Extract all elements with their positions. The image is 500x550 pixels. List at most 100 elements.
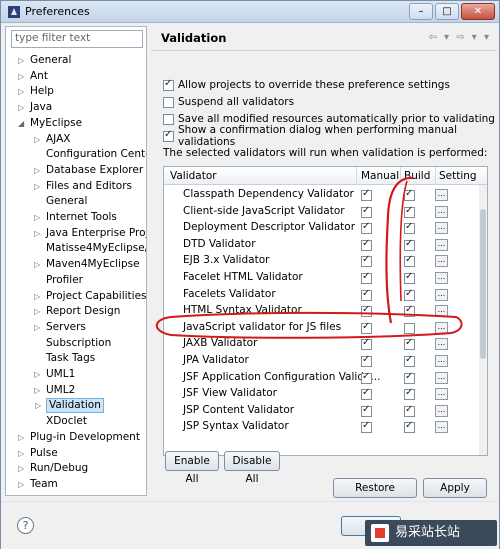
build-checkbox[interactable] [404, 337, 415, 351]
tree-item[interactable]: ▷ Java [18, 100, 52, 115]
tree-item[interactable]: ▷ UML2 [34, 383, 75, 398]
manual-checkbox[interactable] [361, 221, 372, 235]
build-checkbox[interactable] [404, 271, 415, 284]
manual-checkbox[interactable] [361, 337, 372, 351]
tree-item[interactable]: ▷ Report Design [34, 304, 120, 319]
manual-checkbox[interactable] [361, 420, 372, 434]
settings-button[interactable]: ... [435, 288, 448, 301]
column-settings[interactable]: Setting [439, 170, 477, 182]
tree-item[interactable]: Configuration Center [46, 147, 146, 162]
table-row[interactable]: JAXB Validator... [164, 336, 487, 353]
table-row[interactable]: JavaScript validator for JS files... [164, 320, 487, 337]
settings-button[interactable]: ... [435, 255, 448, 268]
settings-button[interactable]: ... [435, 238, 448, 251]
option-checkbox[interactable] [163, 96, 174, 108]
tree-item[interactable]: ▷ Help [18, 84, 54, 99]
manual-checkbox[interactable] [361, 304, 372, 318]
build-checkbox[interactable] [404, 238, 415, 251]
manual-checkbox[interactable] [361, 321, 372, 334]
collapsed-arrow-icon[interactable]: ▷ [34, 179, 44, 194]
settings-button[interactable]: ... [435, 272, 448, 284]
collapsed-arrow-icon[interactable]: ▷ [18, 100, 28, 115]
tree-item[interactable]: ▷ Run/Debug [18, 461, 88, 476]
tree-item[interactable]: ▷ Database Explorer [34, 163, 143, 178]
collapsed-arrow-icon[interactable]: ▷ [34, 163, 44, 178]
table-row[interactable]: EJB 3.x Validator... [164, 253, 487, 270]
collapsed-arrow-icon[interactable]: ▷ [34, 304, 44, 319]
manual-checkbox[interactable] [361, 354, 372, 367]
collapsed-arrow-icon[interactable]: ▷ [18, 461, 28, 476]
option-checkbox[interactable] [163, 113, 174, 125]
scroll-thumb[interactable] [480, 209, 486, 359]
build-checkbox[interactable] [404, 205, 415, 218]
settings-button[interactable]: ... [435, 189, 448, 201]
settings-button[interactable]: ... [435, 205, 448, 218]
build-checkbox[interactable] [404, 254, 415, 268]
collapsed-arrow-icon[interactable]: ▷ [35, 399, 45, 412]
manual-checkbox[interactable] [361, 205, 372, 218]
table-row[interactable]: JSF Application Configuration Valida....… [164, 370, 487, 387]
build-checkbox[interactable] [404, 387, 415, 401]
settings-button[interactable]: ... [435, 404, 448, 417]
settings-button[interactable]: ... [435, 222, 448, 235]
collapsed-arrow-icon[interactable]: ▷ [18, 69, 28, 84]
collapsed-arrow-icon[interactable]: ▷ [18, 84, 28, 99]
collapsed-arrow-icon[interactable]: ▷ [34, 367, 44, 382]
manual-checkbox[interactable] [361, 404, 372, 417]
tree-item[interactable]: ▷ Ant [18, 69, 48, 84]
tree-item[interactable]: Subscription [46, 336, 111, 351]
manual-checkbox[interactable] [361, 371, 372, 384]
tree-item[interactable]: General [46, 194, 87, 209]
option-checkbox-row[interactable]: Show a confirmation dialog when performi… [163, 124, 497, 148]
collapsed-arrow-icon[interactable]: ▷ [34, 226, 44, 241]
expanded-arrow-icon[interactable]: ◢ [18, 116, 28, 131]
history-nav-icons[interactable]: ⇦ ▾ ⇨ ▾ ▾ [428, 32, 491, 43]
settings-button[interactable]: ... [435, 371, 448, 384]
tree-item[interactable]: XDoclet [46, 414, 87, 429]
maximize-button[interactable]: □ [435, 3, 459, 20]
table-scrollbar[interactable] [479, 185, 487, 455]
table-row[interactable]: HTML Syntax Validator... [164, 303, 487, 320]
disable-all-button[interactable]: Disable All [224, 451, 280, 485]
build-checkbox[interactable] [404, 288, 415, 301]
table-row[interactable]: Classpath Dependency Validator... [164, 187, 487, 204]
option-checkbox-row[interactable]: Allow projects to override these prefere… [163, 77, 450, 93]
table-row[interactable]: Facelet HTML Validator... [164, 270, 487, 287]
collapsed-arrow-icon[interactable]: ▷ [34, 320, 44, 335]
tree-item[interactable]: ▷ Validation [35, 398, 104, 414]
build-checkbox[interactable] [404, 322, 415, 334]
table-row[interactable]: Facelets Validator... [164, 287, 487, 304]
table-row[interactable]: JSF View Validator... [164, 386, 487, 403]
tree-item[interactable]: Matisse4MyEclipse/S [46, 241, 146, 256]
collapsed-arrow-icon[interactable]: ▷ [34, 210, 44, 225]
table-row[interactable]: Client-side JavaScript Validator... [164, 204, 487, 221]
enable-all-button[interactable]: Enable All [165, 451, 219, 485]
manual-checkbox[interactable] [361, 254, 372, 268]
build-checkbox[interactable] [404, 354, 415, 367]
tree-item[interactable]: ▷ Servers [34, 320, 86, 335]
manual-checkbox[interactable] [361, 288, 372, 301]
build-checkbox[interactable] [404, 420, 415, 434]
close-button[interactable]: ✕ [461, 3, 495, 20]
manual-checkbox[interactable] [361, 387, 372, 401]
tree-item[interactable]: ▷ Team [18, 477, 58, 492]
table-row[interactable]: JSP Content Validator... [164, 403, 487, 420]
tree-item[interactable]: ▷ UML1 [34, 367, 75, 382]
tree-item[interactable]: ▷ Plug-in Development [18, 430, 140, 445]
apply-button[interactable]: Apply [423, 478, 487, 498]
tree-item[interactable]: ◢ MyEclipse [18, 116, 82, 131]
column-build[interactable]: Build [404, 170, 430, 182]
settings-button[interactable]: ... [435, 421, 448, 434]
help-icon[interactable]: ? [17, 517, 34, 534]
minimize-button[interactable]: – [409, 3, 433, 20]
build-checkbox[interactable] [404, 371, 415, 384]
tree-item[interactable]: ▷ Maven4MyEclipse [34, 257, 140, 272]
collapsed-arrow-icon[interactable]: ▷ [34, 132, 44, 147]
build-checkbox[interactable] [404, 304, 415, 318]
manual-checkbox[interactable] [361, 238, 372, 251]
tree-item[interactable]: ▷ Pulse [18, 446, 58, 461]
option-checkbox[interactable] [163, 129, 174, 142]
settings-button[interactable]: ... [435, 305, 448, 318]
collapsed-arrow-icon[interactable]: ▷ [18, 477, 28, 492]
tree-item[interactable]: ▷ AJAX [34, 132, 70, 147]
